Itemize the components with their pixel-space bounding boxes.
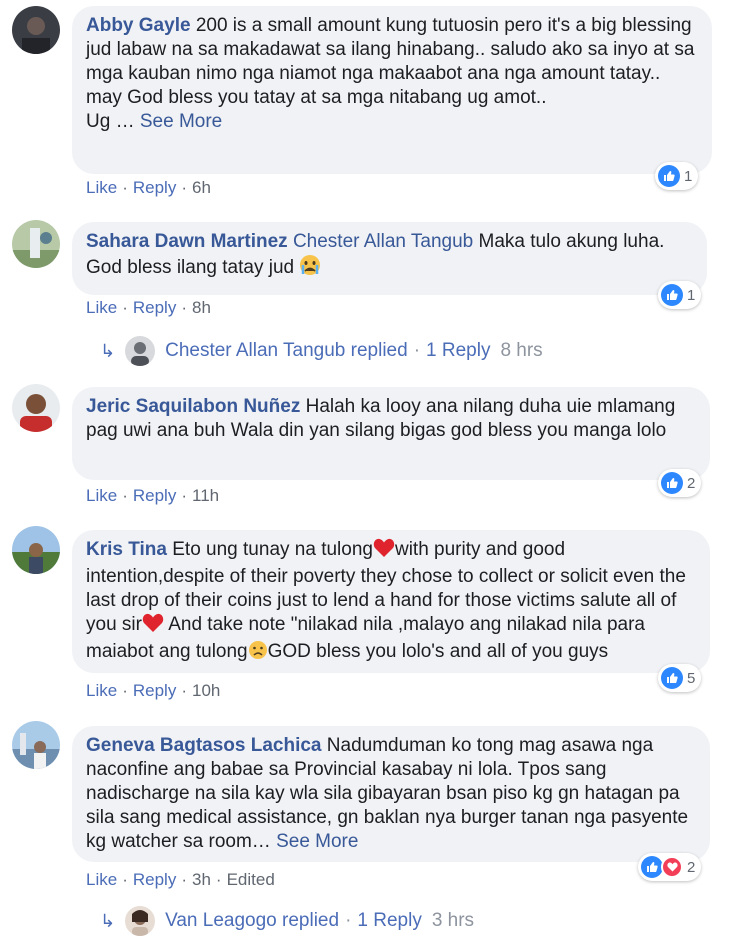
timestamp[interactable]: 6h xyxy=(192,178,211,197)
comment-author[interactable]: Geneva Bagtasos Lachica xyxy=(86,735,322,756)
reaction-count[interactable]: 5 xyxy=(658,664,702,692)
reply-count: 1 Reply xyxy=(426,340,491,361)
reaction-count[interactable]: 2 xyxy=(658,469,702,497)
comment-author[interactable]: Sahara Dawn Martinez xyxy=(86,231,288,252)
like-link[interactable]: Like xyxy=(86,298,117,317)
view-replies-link[interactable]: ↳ Van Leagogo replied · 1 Reply 3 hrs xyxy=(100,906,474,936)
avatar[interactable] xyxy=(12,721,60,769)
comment-actions: Like · Reply · 3h · Edited xyxy=(86,870,275,889)
like-reaction-icon xyxy=(661,284,683,306)
comment-text-continued: Ug … xyxy=(86,111,135,132)
reply-author: Chester Allan Tangub replied xyxy=(165,340,408,361)
love-reaction-icon xyxy=(661,856,683,878)
comment-text-4: GOD bless you lolo's and all of you guys xyxy=(267,641,609,662)
like-link[interactable]: Like xyxy=(86,486,117,505)
avatar[interactable] xyxy=(12,220,60,268)
reply-time: 8 hrs xyxy=(500,340,543,361)
like-reaction-icon xyxy=(658,165,680,187)
reply-link[interactable]: Reply xyxy=(133,870,176,889)
avatar[interactable] xyxy=(12,526,60,574)
view-replies-link[interactable]: ↳ Chester Allan Tangub replied · 1 Reply… xyxy=(100,336,543,366)
timestamp[interactable]: 3h xyxy=(192,870,211,889)
see-more-link[interactable]: See More xyxy=(276,831,358,852)
red-heart-emoji xyxy=(373,538,395,565)
red-heart-emoji xyxy=(142,613,164,640)
reply-count: 1 Reply xyxy=(357,910,422,931)
reply-arrow-icon: ↳ xyxy=(100,340,116,361)
like-reaction-icon xyxy=(641,856,663,878)
comment-actions: Like · Reply · 10h xyxy=(86,681,221,700)
mention-tag[interactable]: Chester Allan Tangub xyxy=(293,231,473,252)
reply-time: 3 hrs xyxy=(431,910,475,931)
see-more-link[interactable]: See More xyxy=(140,111,222,132)
like-link[interactable]: Like xyxy=(86,681,117,700)
timestamp[interactable]: 8h xyxy=(192,298,211,317)
comment-bubble: Kris Tina Eto ung tunay na tulong with pu… xyxy=(72,530,710,673)
reaction-count[interactable]: 2 xyxy=(638,853,702,881)
reply-author: Van Leagogo replied xyxy=(165,910,340,931)
reply-avatar xyxy=(125,336,156,366)
reaction-count[interactable]: 1 xyxy=(655,162,699,190)
reply-arrow-icon: ↳ xyxy=(100,910,116,931)
comment-bubble: Abby Gayle 200 is a small amount kung tu… xyxy=(72,6,712,174)
timestamp[interactable]: 11h xyxy=(192,486,219,505)
crying-face-emoji xyxy=(299,254,321,283)
comment-bubble: Geneva Bagtasos Lachica Nadumduman ko to… xyxy=(72,726,710,862)
comment-bubble: Jeric Saquilabon Nuñez Halah ka looy ana… xyxy=(72,387,710,480)
comment-text: Eto ung tunay na tulong xyxy=(172,539,373,560)
avatar[interactable] xyxy=(12,6,60,54)
sad-face-emoji xyxy=(248,640,268,667)
comment-author[interactable]: Abby Gayle xyxy=(86,15,191,36)
comment-actions: Like · Reply · 6h xyxy=(86,178,211,197)
comment-actions: Like · Reply · 11h xyxy=(86,486,220,505)
reply-link[interactable]: Reply xyxy=(133,298,176,317)
reply-avatar xyxy=(125,906,156,936)
edited-label: Edited xyxy=(226,870,275,889)
reply-link[interactable]: Reply xyxy=(133,178,176,197)
like-reaction-icon xyxy=(661,667,683,689)
like-link[interactable]: Like xyxy=(86,178,117,197)
reaction-count[interactable]: 1 xyxy=(658,281,702,309)
comment-author[interactable]: Kris Tina xyxy=(86,539,167,560)
like-reaction-icon xyxy=(661,472,683,494)
comment-actions: Like · Reply · 8h xyxy=(86,298,211,317)
like-link[interactable]: Like xyxy=(86,870,117,889)
avatar[interactable] xyxy=(12,384,60,432)
reply-link[interactable]: Reply xyxy=(133,486,176,505)
comment-bubble: Sahara Dawn Martinez Chester Allan Tangu… xyxy=(72,222,707,295)
comment-author[interactable]: Jeric Saquilabon Nuñez xyxy=(86,396,300,417)
reply-link[interactable]: Reply xyxy=(133,681,176,700)
timestamp[interactable]: 10h xyxy=(192,681,220,700)
